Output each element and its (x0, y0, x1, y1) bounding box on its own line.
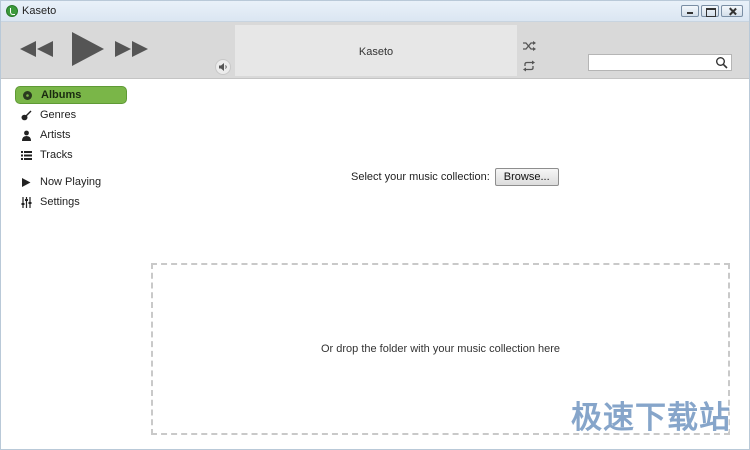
repeat-icon (523, 60, 535, 72)
sidebar-item-artists[interactable]: Artists (15, 126, 127, 144)
shuffle-button[interactable] (521, 39, 537, 53)
album-icon (22, 90, 33, 101)
minimize-button[interactable] (681, 5, 699, 17)
person-icon (21, 130, 32, 141)
previous-icon (20, 41, 53, 57)
search-input[interactable] (589, 55, 713, 70)
watermark: 极速下载站 (571, 400, 731, 436)
now-playing-panel: Kaseto (235, 25, 517, 76)
list-icon (21, 150, 32, 161)
sidebar-item-label: Albums (41, 89, 82, 101)
sidebar-item-now-playing[interactable]: Now Playing (15, 173, 127, 191)
search-icon[interactable] (715, 56, 728, 69)
next-button[interactable] (113, 38, 149, 60)
search-box (588, 54, 732, 71)
drop-zone-text: Or drop the folder with your music colle… (320, 343, 561, 355)
play-icon (72, 32, 104, 66)
app-window: Kaseto Kaseto Albums Genres Artists Trac… (0, 0, 750, 450)
app-logo-icon (6, 5, 18, 17)
window-title: Kaseto (22, 5, 57, 17)
window-controls (681, 5, 743, 17)
sidebar-item-label: Artists (40, 129, 71, 141)
maximize-button[interactable] (701, 5, 719, 17)
now-playing-title: Kaseto (358, 46, 394, 58)
sidebar: Albums Genres Artists Tracks Now Playing (1, 80, 139, 449)
sidebar-item-settings[interactable]: Settings (15, 193, 127, 211)
shuffle-icon (523, 41, 536, 51)
guitar-icon (21, 110, 32, 121)
select-collection-row: Select your music collection: Browse... (351, 168, 559, 186)
sidebar-item-label: Tracks (40, 149, 73, 161)
player-toolbar: Kaseto (1, 22, 749, 79)
sidebar-item-genres[interactable]: Genres (15, 106, 127, 124)
sidebar-item-albums[interactable]: Albums (15, 86, 127, 104)
play-button[interactable] (67, 30, 107, 68)
browse-button[interactable]: Browse... (494, 168, 559, 186)
sidebar-item-label: Genres (40, 109, 77, 121)
sidebar-item-label: Now Playing (40, 176, 102, 188)
volume-icon (219, 63, 227, 71)
previous-button[interactable] (19, 38, 55, 60)
close-button[interactable] (721, 5, 743, 17)
play-small-icon (21, 177, 32, 188)
volume-button[interactable] (215, 59, 231, 75)
sidebar-item-tracks[interactable]: Tracks (15, 146, 127, 164)
sidebar-item-label: Settings (40, 196, 80, 208)
repeat-button[interactable] (521, 59, 537, 73)
next-icon (115, 41, 148, 57)
sliders-icon (21, 196, 32, 208)
select-collection-label: Select your music collection: (351, 171, 490, 183)
title-bar[interactable]: Kaseto (1, 1, 749, 22)
